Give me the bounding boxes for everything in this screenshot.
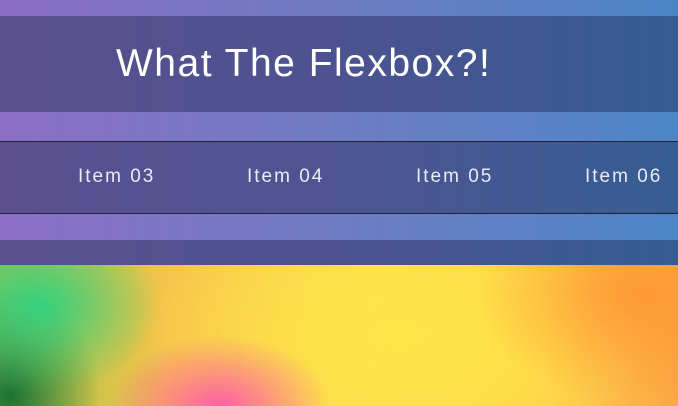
lower-bar — [0, 240, 678, 265]
header-bar: What The Flexbox?! — [0, 16, 678, 112]
top-strip — [0, 0, 678, 16]
hero-gradient-image — [0, 265, 678, 406]
nav-item-05[interactable]: Item 05 — [416, 166, 493, 188]
page-title: What The Flexbox?! — [116, 42, 492, 85]
spacer-strip-lower — [0, 214, 678, 240]
nav-item-04[interactable]: Item 04 — [247, 166, 324, 188]
spacer-strip — [0, 112, 678, 141]
nav-bar: Item 03 Item 04 Item 05 Item 06 — [0, 141, 678, 214]
nav-item-06[interactable]: Item 06 — [585, 166, 662, 188]
nav-item-03[interactable]: Item 03 — [78, 166, 155, 188]
